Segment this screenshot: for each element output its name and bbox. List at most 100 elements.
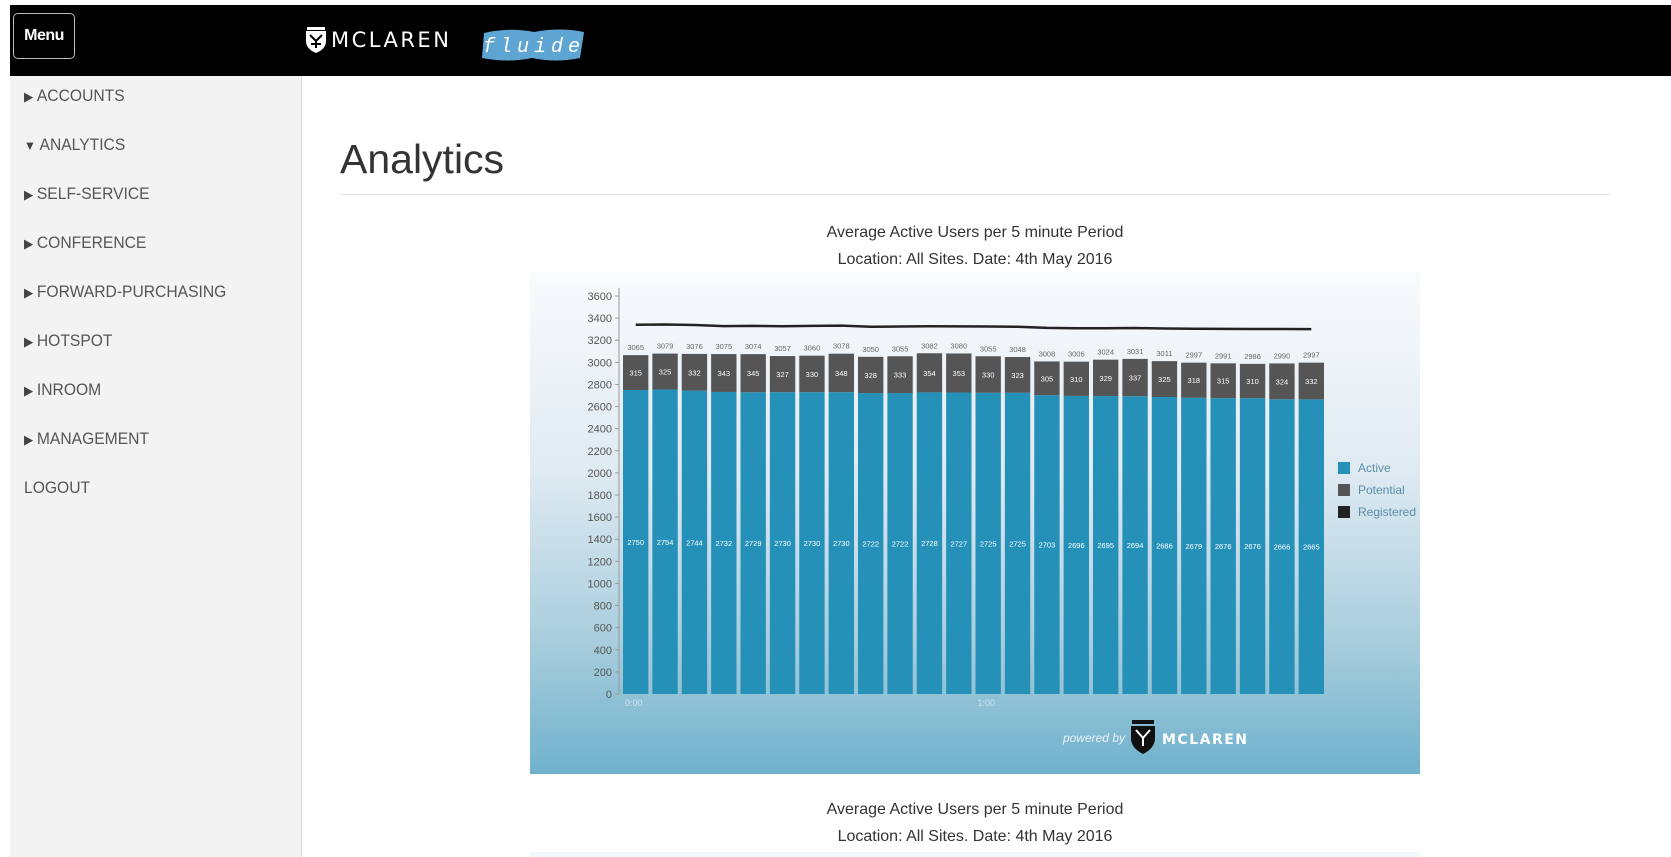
chart-panel: 0 200 400 600 800 1000 1200 1400 1600 1800 2000 220… (530, 272, 1420, 774)
data-label-active: 2744 (686, 538, 703, 547)
watermark-brand: MCLAREN (1162, 732, 1249, 748)
caret-right-icon: ▶ (24, 334, 34, 349)
data-label-active: 2730 (833, 539, 850, 548)
chart2-panel (530, 852, 1420, 857)
data-label-potential: 337 (1129, 374, 1142, 383)
chart2-subtitle: Location: All Sites. Date: 4th May 2016 (837, 828, 1113, 845)
data-label-potential: 333 (894, 371, 907, 380)
y-tick-label: 600 (594, 623, 612, 635)
data-label-active: 2722 (892, 540, 909, 549)
legend-swatch-active (1338, 462, 1350, 474)
y-tick-label: 3400 (588, 313, 612, 325)
page-title: Analytics (340, 136, 505, 182)
y-tick-label: 3000 (588, 357, 612, 369)
sidebar: ▶ ACCOUNTS ▼ ANALYTICS ▶ SELF-SERVICE ▶ CONFERE… (10, 76, 302, 857)
data-label-active: 2703 (1039, 541, 1056, 550)
caret-right-icon: ▶ (24, 383, 34, 398)
data-label-potential: 343 (718, 369, 731, 378)
sidebar-item-self-service[interactable]: ▶ SELF-SERVICE (24, 184, 150, 204)
sidebar-item-label: HOTSPOT (36, 331, 113, 350)
data-label-total: 3078 (833, 342, 850, 351)
data-label-potential: 315 (629, 369, 642, 378)
data-label-total: 3008 (1039, 349, 1056, 358)
legend-swatch-registered (1338, 506, 1350, 518)
legend-label-potential: Potential (1358, 483, 1405, 497)
divider (340, 194, 1611, 195)
data-label-potential: 329 (1099, 374, 1112, 383)
fluide-logo: fluide (482, 29, 585, 61)
data-label-active: 2665 (1303, 543, 1320, 552)
sidebar-item-label: ANALYTICS (39, 135, 126, 154)
x-tick-label: 1:00 (978, 698, 996, 708)
caret-right-icon: ▶ (24, 187, 34, 202)
sub-brand-text: fluide (483, 36, 585, 59)
y-tick-label: 400 (594, 645, 612, 657)
data-label-potential: 325 (659, 368, 672, 377)
sidebar-item-label: SELF-SERVICE (36, 184, 150, 203)
data-label-total: 3080 (950, 341, 967, 350)
y-tick-label: 2200 (588, 446, 612, 458)
data-label-active: 2686 (1156, 542, 1173, 551)
data-label-active: 2730 (804, 539, 821, 548)
chart-subtitle: Location: All Sites. Date: 4th May 2016 (837, 251, 1113, 268)
chart2-title: Average Active Users per 5 minute Period (826, 801, 1124, 818)
data-label-active: 2727 (950, 539, 967, 548)
data-label-potential: 318 (1188, 376, 1201, 385)
data-label-potential: 330 (982, 370, 995, 379)
data-label-total: 3006 (1068, 350, 1085, 359)
data-label-total: 2990 (1274, 351, 1291, 360)
data-label-active: 2722 (862, 540, 879, 549)
legend-swatch-potential (1338, 484, 1350, 496)
legend-label-active: Active (1358, 461, 1391, 475)
data-label-active: 2666 (1274, 543, 1291, 552)
data-label-active: 2729 (745, 539, 762, 548)
sidebar-item-analytics[interactable]: ▼ ANALYTICS (24, 135, 125, 155)
sidebar-item-hotspot[interactable]: ▶ HOTSPOT (24, 331, 112, 351)
data-label-potential: 305 (1041, 374, 1054, 383)
sidebar-item-label: MANAGEMENT (36, 429, 149, 448)
data-label-total: 3079 (657, 342, 674, 351)
y-tick-label: 2800 (588, 379, 612, 391)
data-label-total: 2997 (1185, 351, 1202, 360)
data-label-total: 3050 (862, 345, 879, 354)
data-label-potential: 353 (953, 369, 966, 378)
data-label-total: 3074 (745, 342, 762, 351)
sidebar-item-accounts[interactable]: ▶ ACCOUNTS (24, 86, 125, 106)
y-tick-label: 2600 (588, 402, 612, 414)
data-label-active: 2695 (1097, 541, 1114, 550)
data-label-active: 2750 (627, 538, 644, 547)
menu-button[interactable]: Menu (13, 13, 75, 59)
y-tick-label: 800 (594, 601, 612, 613)
data-label-potential: 323 (1011, 371, 1024, 380)
x-tick-label: 0:00 (625, 698, 643, 708)
data-label-potential: 315 (1217, 377, 1230, 386)
data-label-total: 3065 (627, 343, 644, 352)
watermark-prefix: powered by (1062, 731, 1126, 745)
data-label-total: 3057 (774, 344, 791, 353)
data-label-potential: 348 (835, 369, 848, 378)
caret-right-icon: ▶ (24, 89, 34, 104)
y-tick-label: 3600 (588, 291, 612, 303)
y-tick-label: 1400 (588, 534, 612, 546)
data-label-potential: 310 (1246, 377, 1259, 386)
data-label-active: 2679 (1185, 542, 1202, 551)
data-label-active: 2676 (1244, 542, 1261, 551)
data-label-active: 2676 (1215, 542, 1232, 551)
sidebar-item-inroom[interactable]: ▶ INROOM (24, 380, 101, 400)
mclaren-watermark-icon (1131, 720, 1155, 754)
chart-title: Average Active Users per 5 minute Period (826, 224, 1124, 241)
sidebar-item-management[interactable]: ▶ MANAGEMENT (24, 429, 149, 449)
sidebar-item-label: ACCOUNTS (36, 86, 125, 105)
data-label-total: 2986 (1244, 352, 1261, 361)
data-label-potential: 330 (806, 370, 819, 379)
data-label-total: 3048 (1009, 345, 1026, 354)
data-label-total: 3060 (804, 344, 821, 353)
sidebar-item-conference[interactable]: ▶ CONFERENCE (24, 233, 146, 253)
sidebar-item-logout[interactable]: LOGOUT (24, 478, 90, 498)
data-label-active: 2754 (657, 538, 674, 547)
data-label-active: 2732 (715, 539, 732, 548)
sidebar-item-forward-purchasing[interactable]: ▶ FORWARD-PURCHASING (24, 282, 226, 302)
data-label-total: 3075 (715, 342, 732, 351)
data-label-potential: 345 (747, 369, 760, 378)
y-tick-label: 1600 (588, 512, 612, 524)
